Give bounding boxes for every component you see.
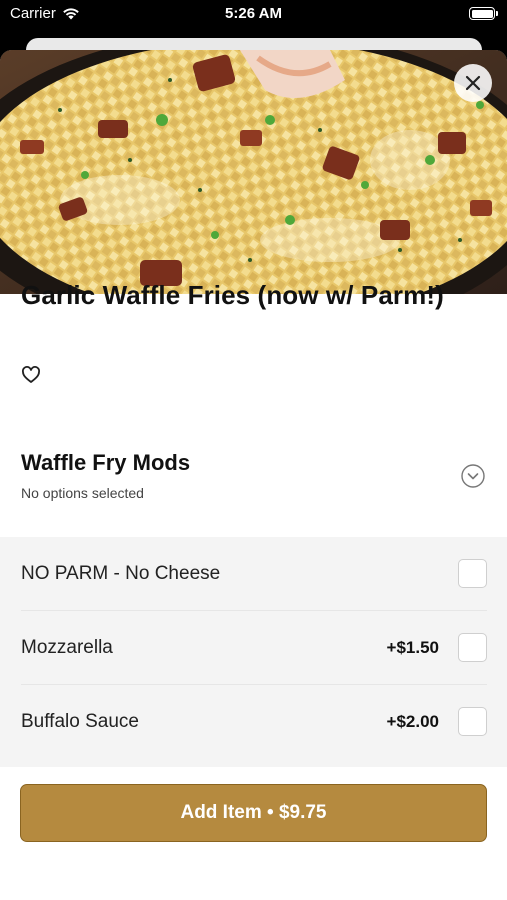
option-price: +$1.50 [386, 638, 439, 657]
food-photo-illustration [0, 50, 507, 294]
modifier-options-list: NO PARM - No Cheese Mozzarella +$1.50 Bu… [0, 537, 507, 767]
close-button[interactable] [454, 64, 492, 102]
chevron-down-icon[interactable] [461, 464, 485, 488]
modifier-group-title: Waffle Fry Mods [21, 450, 191, 475]
option-label: NO PARM - No Cheese [21, 563, 221, 584]
modifier-group-subtitle: No options selected [21, 485, 144, 501]
option-checkbox[interactable] [458, 707, 487, 736]
option-price: +$2.00 [386, 712, 439, 731]
option-label: Buffalo Sauce [21, 711, 139, 732]
close-icon [465, 75, 481, 91]
footer-bar: Add Item • $9.75 [0, 767, 507, 850]
item-title: Garlic Waffle Fries (now w/ Parm!) [21, 280, 444, 310]
heart-icon[interactable] [21, 365, 41, 385]
status-time: 5:26 AM [225, 5, 282, 22]
option-checkbox[interactable] [458, 633, 487, 662]
option-checkbox[interactable] [458, 559, 487, 588]
option-row-no-parm[interactable]: NO PARM - No Cheese [21, 537, 487, 611]
option-label: Mozzarella [21, 637, 113, 658]
battery-icon [469, 7, 498, 20]
option-row-buffalo-sauce[interactable]: Buffalo Sauce +$2.00 [21, 685, 487, 759]
option-row-mozzarella[interactable]: Mozzarella +$1.50 [21, 611, 487, 685]
item-photo [0, 50, 507, 294]
status-bar: Carrier 5:26 AM [0, 0, 507, 28]
add-item-button[interactable]: Add Item • $9.75 [20, 784, 487, 842]
modifier-group-header[interactable]: Waffle Fry Mods No options selected [0, 448, 507, 536]
